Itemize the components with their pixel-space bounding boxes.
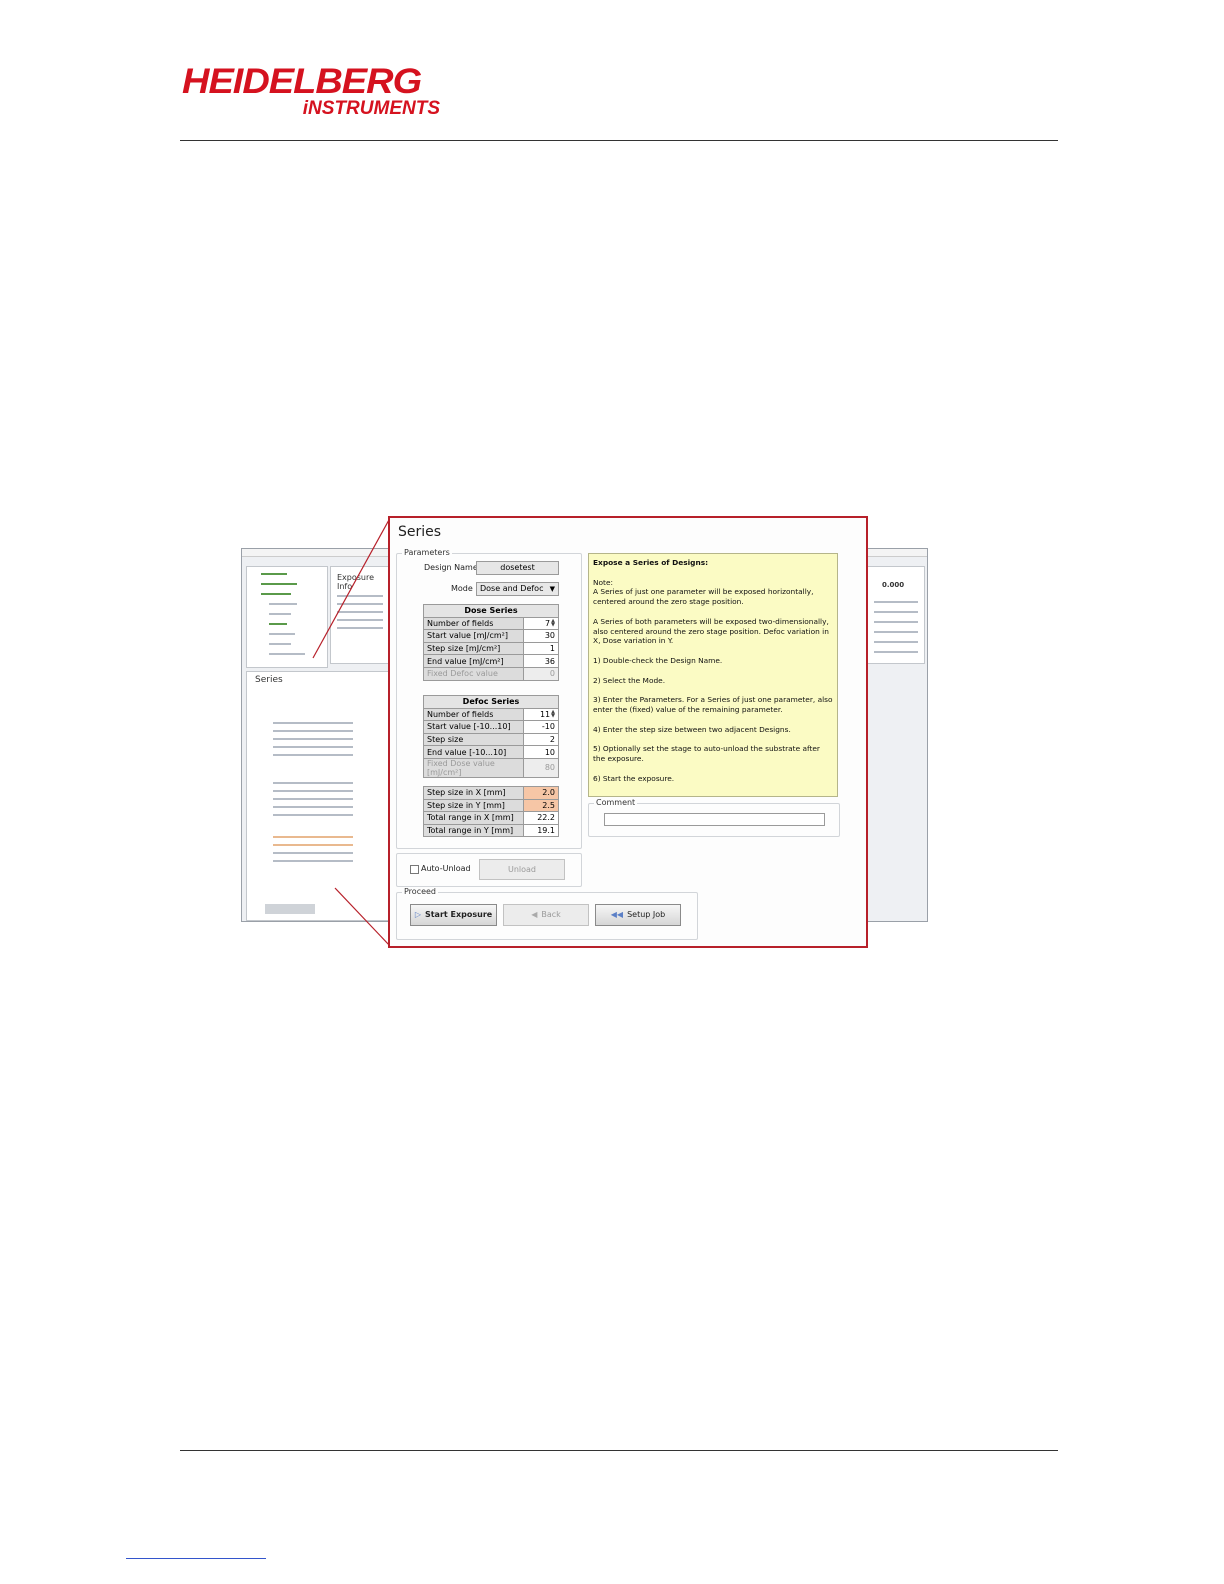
design-name-field: dosetest [476, 561, 559, 575]
defoc-row-label: Step size [423, 732, 524, 747]
comment-label: Comment [594, 798, 638, 807]
auto-unload-label: Auto-Unload [421, 864, 471, 873]
defoc-series-header: Defoc Series [423, 695, 559, 709]
comment-input[interactable] [604, 813, 825, 826]
defoc-row-label: Start value [-10...10] [423, 720, 524, 734]
thumb-tree-panel [246, 566, 328, 668]
dose-start-input[interactable]: 30 [523, 629, 559, 643]
thumb-exposure-info: Exposure Info [337, 573, 375, 591]
step-row-label: Total range in Y [mm] [423, 823, 524, 838]
dose-row-label: Step size [mJ/cm²] [423, 641, 524, 656]
mode-select[interactable]: Dose and Defoc ▼ [476, 582, 559, 596]
help-paragraph: 5) Optionally set the stage to auto-unlo… [593, 744, 820, 763]
dose-row-label: Fixed Defoc value [423, 666, 524, 681]
dose-series-header: Dose Series [423, 604, 559, 618]
help-heading: Expose a Series of Designs: [593, 558, 709, 567]
logo-line-1: HEIDELBERG [182, 62, 422, 102]
dose-row-label: Number of fields [423, 616, 524, 631]
proceed-label: Proceed [402, 887, 439, 896]
defoc-row-label: End value [-10...10] [423, 745, 524, 759]
dose-row-label: End value [mJ/cm²] [423, 654, 524, 668]
step-x-input[interactable]: 2.0 [523, 786, 559, 800]
footer-rule [180, 1450, 1058, 1451]
total-range-y-value: 19.1 [523, 823, 559, 838]
defoc-fields-value: 11 [539, 709, 551, 719]
dose-row-label: Start value [mJ/cm²] [423, 629, 524, 643]
defoc-row-label: Fixed Dose value [mJ/cm²] [423, 757, 524, 778]
step-size-table: Step size in X [mm] 2.0 Step size in Y [m… [423, 786, 559, 838]
parameters-label: Parameters [402, 548, 452, 557]
dose-fields-input[interactable]: 7▲ ▼ [523, 616, 559, 631]
step-row-label: Step size in X [mm] [423, 786, 524, 800]
heidelberg-logo: HEIDELBERG iNSTRUMENTS [182, 63, 444, 119]
help-paragraph: 4) Enter the step size between two adjac… [593, 724, 791, 734]
mode-label: Mode [451, 584, 473, 593]
help-paragraph: 2) Select the Mode. [593, 675, 666, 685]
auto-unload-checkbox[interactable] [410, 865, 419, 874]
defoc-step-input[interactable]: 2 [523, 732, 559, 747]
back-arrow-icon: ◀ [531, 910, 538, 919]
help-note-label: Note: [593, 577, 613, 587]
total-range-x-value: 22.2 [523, 811, 559, 825]
dose-step-input[interactable]: 1 [523, 641, 559, 656]
mode-select-value: Dose and Defoc [480, 584, 544, 593]
unload-button[interactable]: Unload [479, 859, 565, 880]
defoc-fields-input[interactable]: 11▲ ▼ [523, 707, 559, 722]
help-paragraph: 6) Start the exposure. [593, 773, 675, 783]
step-row-label: Total range in X [mm] [423, 811, 524, 825]
dose-series-table: Dose Series Number of fields 7▲ ▼ Start va… [423, 604, 559, 681]
header-rule [180, 140, 1058, 141]
back-button[interactable]: ◀ Back [503, 904, 589, 926]
footnote-rule [126, 1558, 266, 1559]
spinner-arrows-icon[interactable]: ▲ ▼ [551, 710, 555, 719]
thumb-info-panel: Exposure Info [330, 566, 392, 664]
step-row-label: Step size in Y [mm] [423, 798, 524, 813]
thumb-top-right-value: 0.000 [882, 581, 905, 589]
dose-fields-value: 7 [545, 618, 551, 628]
defoc-series-table: Defoc Series Number of fields 11▲ ▼ Start … [423, 695, 559, 778]
setup-job-label: Setup Job [627, 910, 666, 919]
start-exposure-label: Start Exposure [424, 910, 493, 919]
spinner-arrows-icon[interactable]: ▲ ▼ [551, 619, 555, 628]
chevron-down-icon: ▼ [549, 585, 555, 593]
back-label: Back [541, 910, 561, 919]
thumb-right-panel: 0.000 [867, 566, 925, 664]
setup-job-button[interactable]: ◀◀ Setup Job [595, 904, 681, 926]
design-name-label: Design Name [424, 563, 478, 572]
fixed-defoc-input: 0 [523, 666, 559, 681]
help-paragraph: 3) Enter the Parameters. For a Series of… [593, 695, 833, 714]
logo-line-2: iNSTRUMENTS [302, 98, 440, 119]
defoc-row-label: Number of fields [423, 707, 524, 722]
help-paragraph: 1) Double-check the Design Name. [593, 655, 723, 665]
help-paragraph: A Series of both parameters will be expo… [593, 616, 829, 646]
help-paragraph: A Series of just one parameter will be e… [593, 587, 814, 607]
defoc-start-input[interactable]: -10 [523, 720, 559, 734]
play-icon: ▷ [414, 910, 421, 919]
defoc-end-value: 10 [523, 745, 559, 759]
fixed-dose-input: 80 [523, 757, 559, 778]
start-exposure-button[interactable]: ▷ Start Exposure [410, 904, 497, 926]
dose-end-value: 36 [523, 654, 559, 668]
thumb-series-panel: Series [246, 671, 393, 921]
step-y-input[interactable]: 2.5 [523, 798, 559, 813]
help-panel: Expose a Series of Designs: Note: A Seri… [588, 553, 838, 797]
series-title: Series [398, 524, 442, 540]
rewind-icon: ◀◀ [610, 910, 624, 919]
thumb-series-title: Series [255, 675, 283, 685]
